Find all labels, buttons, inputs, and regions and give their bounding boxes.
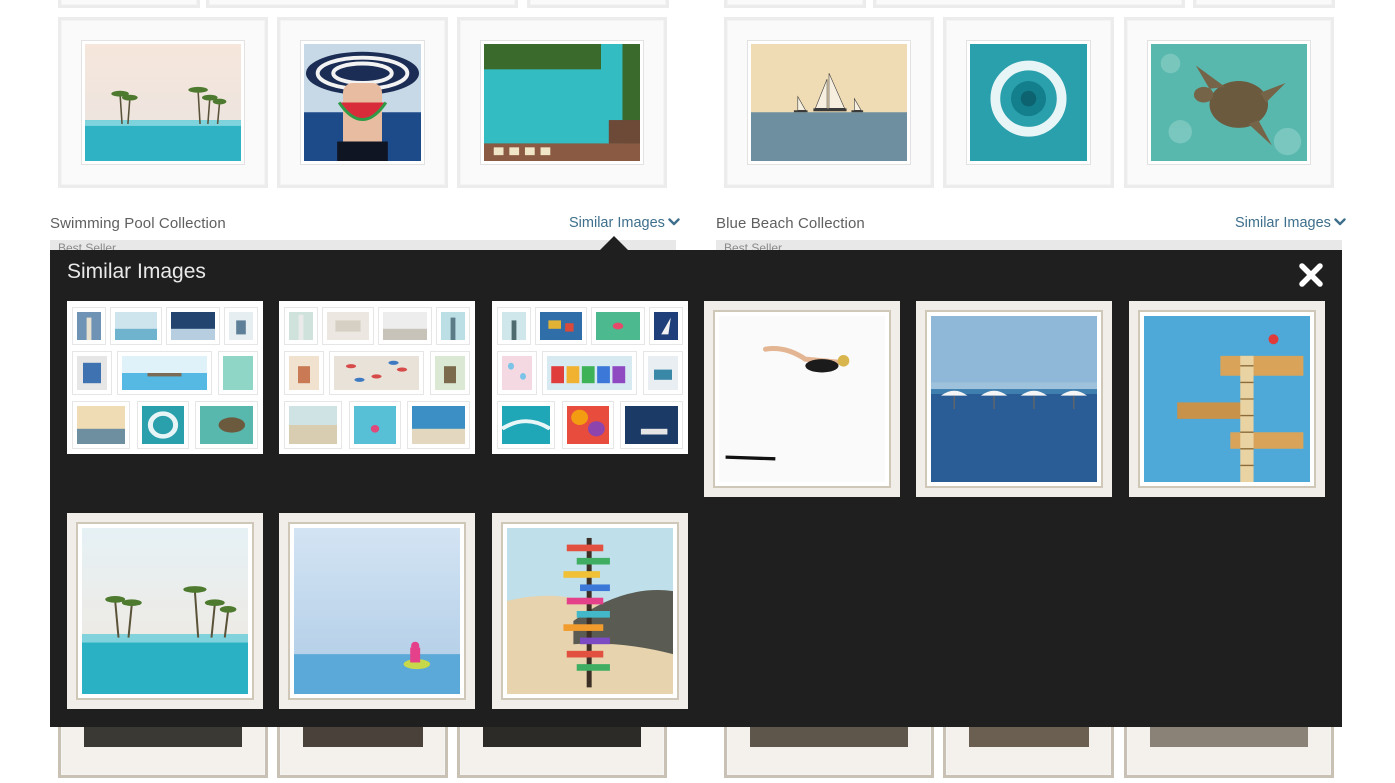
best-seller-label: Best Seller bbox=[58, 241, 117, 250]
diving-tower-image bbox=[1144, 316, 1310, 482]
frame-partial bbox=[58, 0, 200, 8]
artwork-mat bbox=[480, 40, 644, 165]
artwork-frame-turtle[interactable] bbox=[1124, 17, 1334, 188]
similar-images-toggle[interactable]: Similar Images bbox=[569, 215, 680, 231]
print-mat bbox=[76, 522, 254, 700]
similar-thumb-gallery-wall-1[interactable] bbox=[67, 301, 263, 454]
similar-thumb-flamingo-float[interactable] bbox=[279, 513, 475, 709]
whirlpool-image bbox=[970, 44, 1087, 161]
artwork-mat bbox=[300, 40, 425, 165]
sea-turtle-image bbox=[1151, 44, 1307, 161]
similar-thumb-gallery-wall-3[interactable] bbox=[492, 301, 688, 454]
similar-images-label: Similar Images bbox=[569, 215, 665, 231]
bottom-art-strip bbox=[303, 727, 423, 747]
bottom-art-strip bbox=[750, 727, 908, 747]
similar-thumb-gallery-wall-2[interactable] bbox=[279, 301, 475, 454]
chevron-down-icon bbox=[1334, 218, 1346, 226]
artwork-frame-pool-aerial[interactable] bbox=[457, 17, 667, 188]
similar-thumb-infinity-pool-umbrellas[interactable] bbox=[916, 301, 1112, 497]
similar-images-toggle[interactable]: Similar Images bbox=[1235, 215, 1346, 231]
bottom-art-strip bbox=[483, 727, 641, 747]
print-mat bbox=[925, 310, 1103, 488]
frame-partial bbox=[1193, 0, 1335, 8]
artwork-mat bbox=[1147, 40, 1311, 165]
artwork-mat bbox=[81, 40, 245, 165]
similar-thumb-signpost-beach[interactable] bbox=[492, 513, 688, 709]
collection-title-swimming-pool: Swimming Pool Collection bbox=[50, 215, 226, 232]
frame-partial bbox=[527, 0, 669, 8]
flamingo-float-image bbox=[294, 528, 460, 694]
artwork-mat bbox=[966, 40, 1091, 165]
best-seller-bar: Best Seller bbox=[50, 240, 676, 250]
frame-partial bbox=[724, 0, 866, 8]
frame-partial bbox=[873, 0, 1185, 8]
chevron-down-icon bbox=[668, 218, 680, 226]
sunhat-watermelon-image bbox=[304, 44, 421, 161]
similar-thumb-diver[interactable] bbox=[704, 301, 900, 497]
similar-thumb-diving-tower[interactable] bbox=[1129, 301, 1325, 497]
popup-pointer bbox=[599, 236, 629, 251]
palms-pool-square-image bbox=[82, 528, 248, 694]
bottom-art-strip bbox=[969, 727, 1089, 747]
best-seller-label: Best Seller bbox=[724, 241, 783, 250]
bottom-art-strip bbox=[84, 727, 242, 747]
diver-image bbox=[719, 316, 885, 482]
signpost-beach-image bbox=[507, 528, 673, 694]
artwork-frame-sailboats[interactable] bbox=[724, 17, 934, 188]
popup-title: Similar Images bbox=[67, 260, 206, 283]
palms-pool-image bbox=[85, 44, 241, 161]
similar-images-label: Similar Images bbox=[1235, 215, 1331, 231]
pool-aerial-image bbox=[484, 44, 640, 161]
print-mat bbox=[1138, 310, 1316, 488]
close-icon[interactable] bbox=[1297, 261, 1325, 289]
infinity-pool-umbrellas-image bbox=[931, 316, 1097, 482]
artwork-frame-whirlpool[interactable] bbox=[943, 17, 1114, 188]
print-mat bbox=[501, 522, 679, 700]
bottom-art-strip bbox=[1150, 727, 1308, 747]
collection-title-blue-beach: Blue Beach Collection bbox=[716, 215, 865, 232]
similar-thumb-palms-pool[interactable] bbox=[67, 513, 263, 709]
artwork-mat bbox=[747, 40, 911, 165]
artwork-frame-palms-pool[interactable] bbox=[58, 17, 268, 188]
sailboats-image bbox=[751, 44, 907, 161]
best-seller-bar: Best Seller bbox=[716, 240, 1342, 250]
similar-images-popup: Similar Images bbox=[50, 250, 1342, 727]
print-mat bbox=[713, 310, 891, 488]
print-mat bbox=[288, 522, 466, 700]
artwork-frame-sunhat[interactable] bbox=[277, 17, 448, 188]
frame-partial bbox=[206, 0, 518, 8]
